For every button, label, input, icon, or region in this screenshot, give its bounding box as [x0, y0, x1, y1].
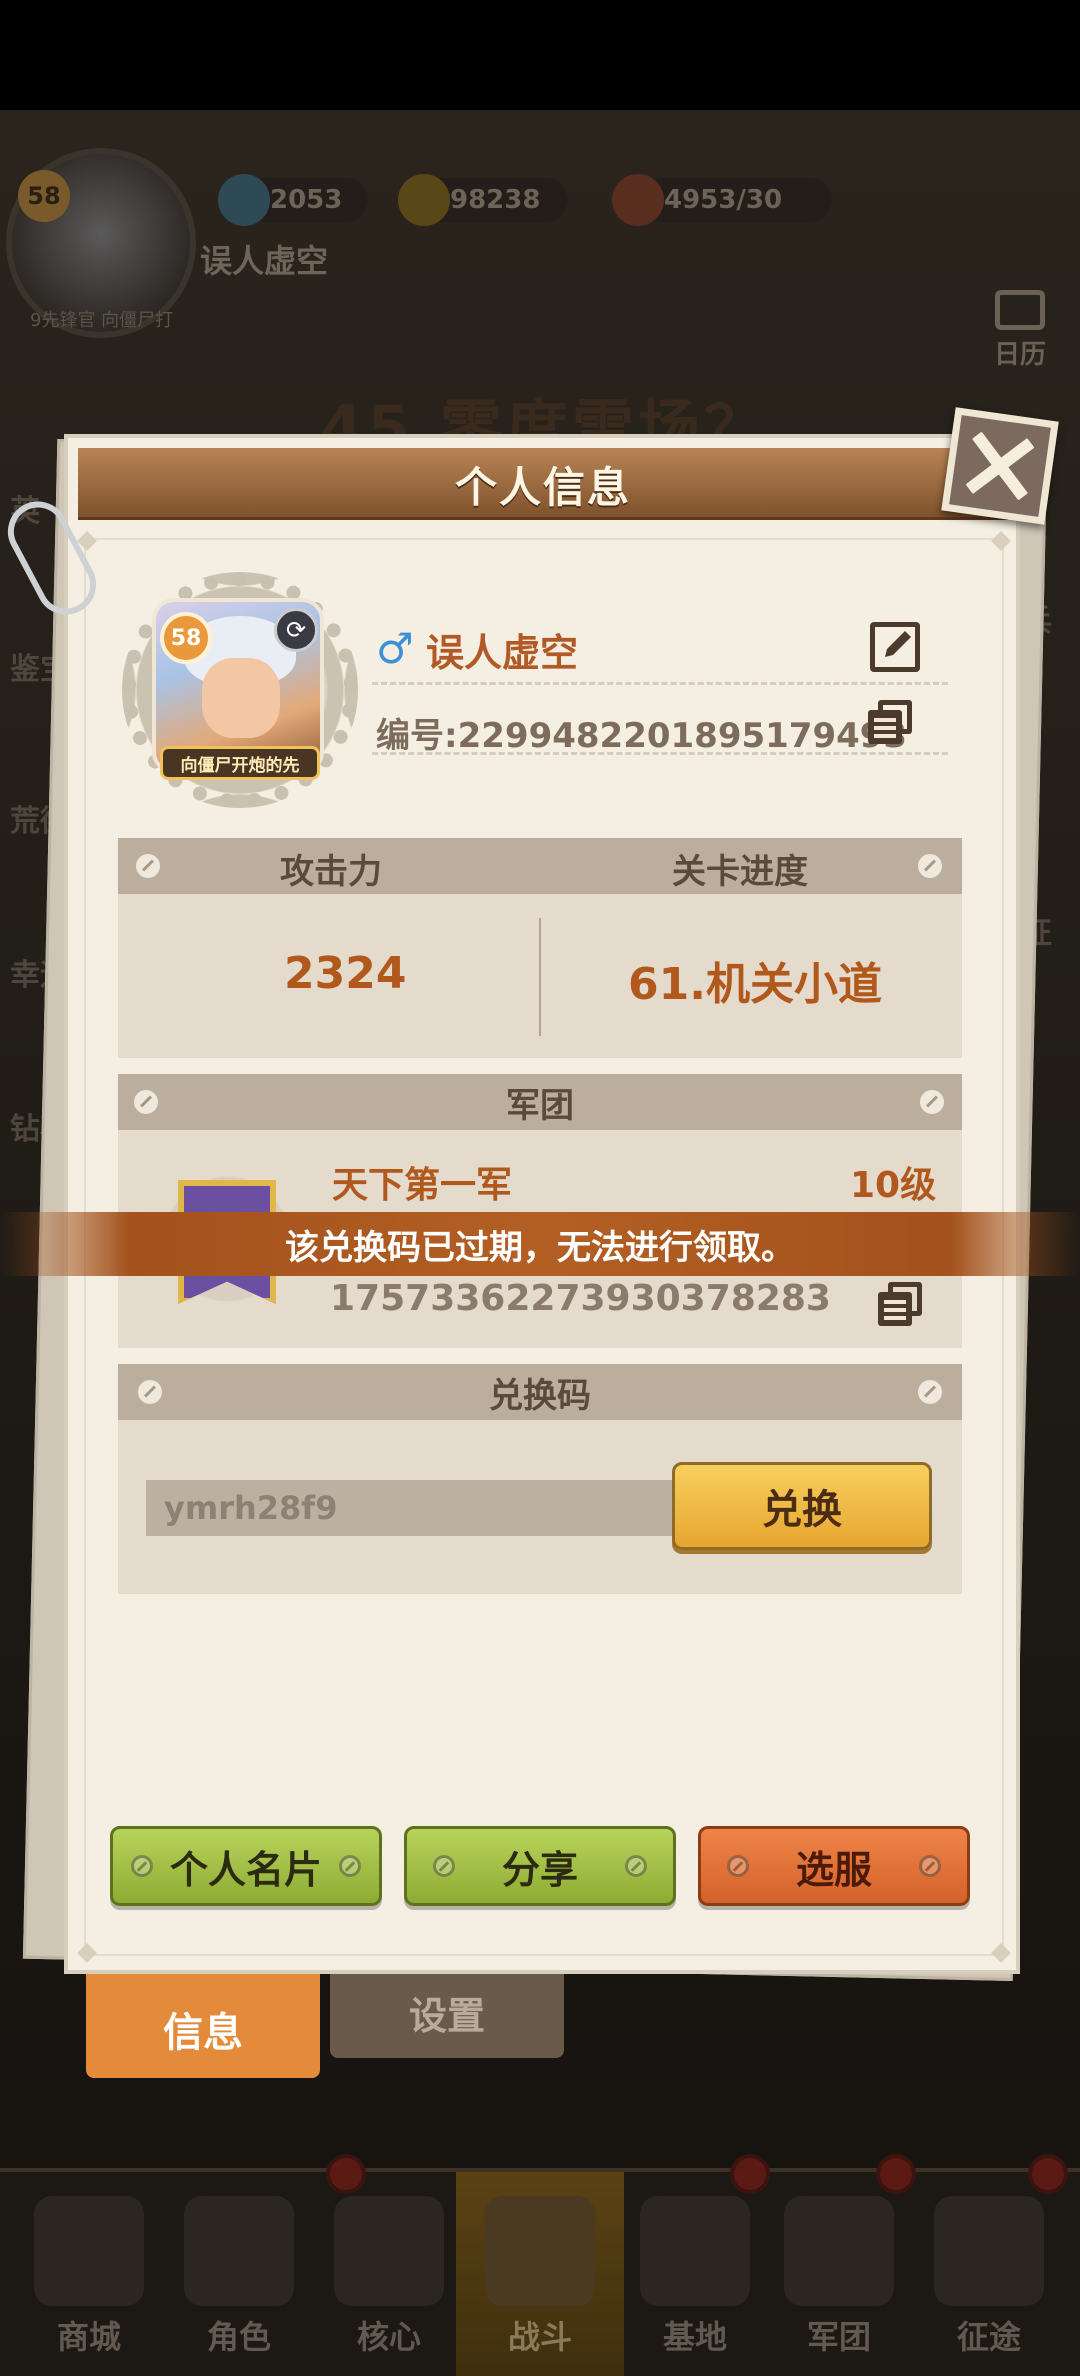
bolt-icon: [727, 1855, 749, 1877]
player-id: 编号:2299482201895179493: [376, 716, 908, 756]
profile-title-tag: 向僵尸开炮的先: [160, 746, 320, 780]
edit-name-button[interactable]: [870, 622, 920, 672]
bottom-nav: 商城 角色 核心 战斗 基地 军团 征途: [0, 2154, 1080, 2376]
legion-header-label: 军团: [506, 1085, 574, 1126]
progress-label: 关卡进度: [672, 852, 808, 892]
legion-id: 17573362273930378283: [330, 1278, 831, 1319]
bolt-icon: [131, 1855, 153, 1877]
personal-card-label: 个人名片: [169, 1847, 322, 1892]
divider: [372, 682, 948, 685]
profile-name: 误人虚空: [426, 631, 579, 675]
resource-stamina-value: 4953/30: [664, 185, 783, 215]
nav-legion[interactable]: 军团: [764, 2154, 916, 2376]
red-dot-icon: [1028, 2154, 1068, 2194]
share-label: 分享: [501, 1847, 578, 1892]
nav-journey[interactable]: 征途: [914, 2154, 1068, 2376]
red-dot-icon: [876, 2154, 916, 2194]
nav-journey-label: 征途: [956, 2318, 1021, 2356]
attack-value: 2324: [284, 948, 407, 999]
swap-avatar-icon[interactable]: ⟳: [274, 608, 318, 652]
redeem-code-input[interactable]: ymrh28f9: [146, 1480, 676, 1536]
bolt-icon: [625, 1855, 647, 1877]
calendar-icon: [995, 290, 1045, 330]
pin-icon: [134, 1090, 158, 1114]
nav-battle[interactable]: 战斗: [456, 2172, 624, 2376]
resource-coin[interactable]: 98238: [398, 174, 568, 226]
dialog-title: 个人信息: [454, 462, 631, 512]
pin-icon: [918, 1380, 942, 1404]
legion-level: 10级: [850, 1165, 937, 1206]
redeem-button[interactable]: 兑换: [672, 1462, 932, 1550]
legion-header: 军团: [118, 1074, 962, 1130]
nav-shop-label: 商城: [56, 2318, 121, 2356]
close-icon: [965, 431, 1035, 501]
stats-divider: [539, 918, 541, 1036]
legion-name: 天下第一军: [332, 1165, 513, 1206]
profile-level-badge: 58: [160, 612, 212, 664]
bolt-icon: [919, 1855, 941, 1877]
player-level-badge: 58: [18, 170, 70, 222]
base-icon: [640, 2196, 750, 2306]
nav-battle-label: 战斗: [507, 2318, 572, 2356]
nav-character[interactable]: 角色: [164, 2172, 314, 2376]
character-icon: [184, 2196, 294, 2306]
nav-core[interactable]: 核心: [314, 2154, 464, 2376]
pin-icon: [136, 854, 160, 878]
divider: [372, 752, 948, 755]
legion-icon: [784, 2196, 894, 2306]
calendar-label: 日历: [993, 340, 1046, 370]
resource-stamina[interactable]: 4953/30: [612, 174, 832, 226]
pin-icon: [920, 1090, 944, 1114]
redeem-header: 兑换码: [118, 1364, 962, 1420]
nav-shop[interactable]: 商城: [14, 2172, 164, 2376]
progress-value: 61.机关小道: [628, 959, 882, 1010]
bolt-icon: [433, 1855, 455, 1877]
coin-icon: [398, 174, 450, 226]
shop-icon: [34, 2196, 144, 2306]
calendar-button[interactable]: 日历: [990, 290, 1050, 371]
pencil-icon: [885, 631, 911, 657]
tab-info[interactable]: 信息: [86, 1960, 320, 2078]
redeem-header-label: 兑换码: [489, 1375, 591, 1416]
gender-male-icon: ♂: [376, 624, 414, 673]
player-name-label: 误人虚空: [200, 242, 329, 280]
meat-icon: [612, 174, 664, 226]
select-server-button[interactable]: 选服: [698, 1826, 970, 1906]
resource-gem[interactable]: 2053: [218, 174, 368, 226]
nav-base-label: 基地: [662, 2318, 727, 2356]
tab-settings[interactable]: 设置: [330, 1966, 564, 2058]
copy-legion-id-button[interactable]: [878, 1282, 922, 1326]
nav-legion-label: 军团: [806, 2318, 871, 2356]
attack-label: 攻击力: [280, 852, 382, 892]
pin-icon: [918, 854, 942, 878]
player-tag-label: 9先锋官 向僵尸打: [30, 310, 174, 331]
gem-icon: [218, 174, 270, 226]
close-button[interactable]: [941, 407, 1059, 525]
core-icon: [334, 2196, 444, 2306]
stats-header: [118, 838, 962, 894]
share-button[interactable]: 分享: [404, 1826, 676, 1906]
toast-message: 该兑换码已过期，无法进行领取。: [0, 1212, 1080, 1276]
bolt-icon: [339, 1855, 361, 1877]
resource-coin-value: 98238: [450, 185, 541, 215]
pin-icon: [138, 1380, 162, 1404]
personal-card-button[interactable]: 个人名片: [110, 1826, 382, 1906]
nav-base[interactable]: 基地: [620, 2154, 770, 2376]
resource-gem-value: 2053: [270, 185, 343, 215]
copy-id-button[interactable]: [868, 700, 912, 744]
avatar-face: [202, 658, 280, 738]
nav-core-label: 核心: [356, 2318, 421, 2356]
red-dot-icon: [326, 2154, 366, 2194]
journey-icon: [934, 2196, 1044, 2306]
battle-icon: [485, 2196, 595, 2306]
select-server-label: 选服: [795, 1847, 872, 1892]
nav-character-label: 角色: [206, 2318, 271, 2356]
